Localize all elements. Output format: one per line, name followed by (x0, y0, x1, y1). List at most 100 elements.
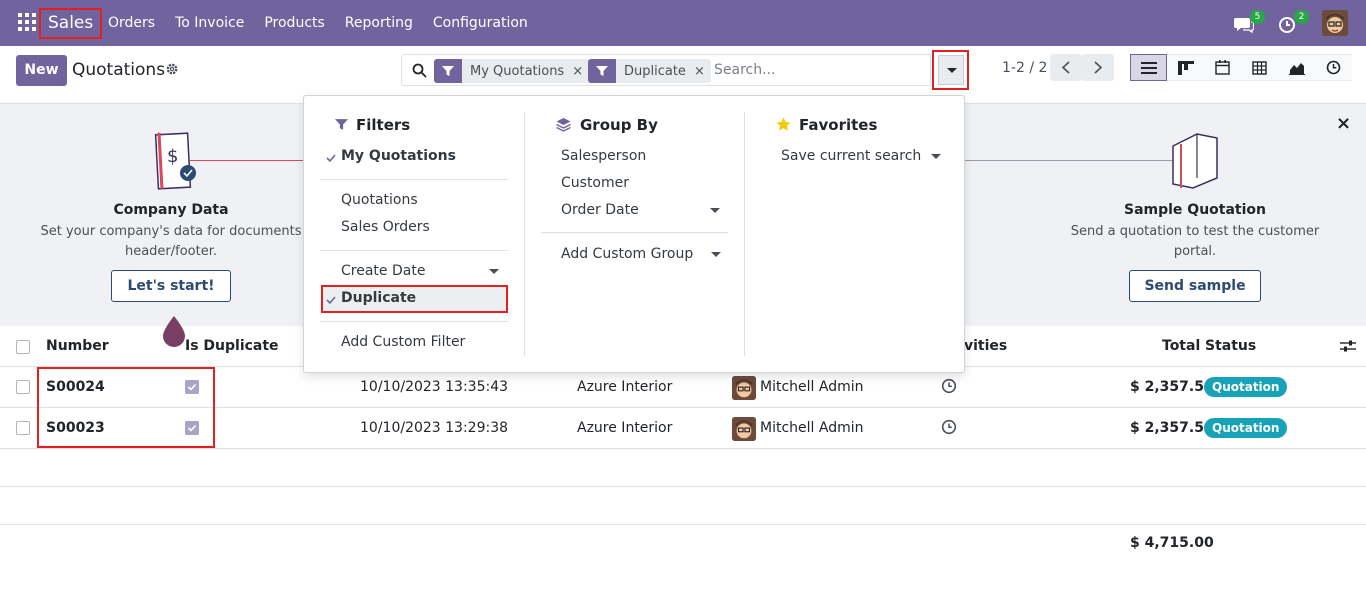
facet-my-quotations: My Quotations × (434, 59, 590, 83)
messaging-button[interactable]: 5 (1234, 10, 1265, 36)
column-divider (524, 112, 525, 356)
pager-next-button[interactable] (1082, 54, 1114, 81)
filter-create-date[interactable]: Create Date (341, 263, 425, 279)
kanban-view-button[interactable] (1167, 54, 1204, 81)
pager-value[interactable]: 1-2 / 2 (1002, 60, 1047, 76)
pager-previous-button[interactable] (1050, 54, 1082, 81)
area-chart-icon (1288, 62, 1305, 75)
add-custom-filter[interactable]: Add Custom Filter (341, 334, 465, 350)
group-salesperson[interactable]: Salesperson (561, 148, 646, 164)
step-description: Send a quotation to test the customer po… (1064, 222, 1326, 262)
search-options-toggle[interactable] (938, 55, 964, 85)
lets-start-button[interactable]: Let's start! (111, 270, 231, 302)
menu-orders[interactable]: Orders (98, 0, 165, 46)
add-custom-group[interactable]: Add Custom Group (561, 246, 693, 262)
save-current-search[interactable]: Save current search (781, 148, 921, 164)
activity-count-badge: 2 (1294, 10, 1309, 24)
kanban-icon (1177, 60, 1194, 75)
activity-view-button[interactable] (1315, 54, 1352, 81)
pivot-view-button[interactable] (1241, 54, 1278, 81)
status-badge: Quotation (1204, 418, 1288, 438)
select-all-checkbox[interactable] (16, 340, 30, 354)
cell-date: 10/10/2023 13:35:43 (360, 379, 509, 395)
search-input[interactable]: Search... (714, 62, 775, 78)
grand-total: $ 4,715.00 (1130, 535, 1214, 551)
activities-button[interactable]: 2 (1278, 10, 1309, 36)
send-sample-button[interactable]: Send sample (1129, 270, 1261, 302)
menu-configuration[interactable]: Configuration (423, 0, 538, 46)
favorites-heading: Favorites (799, 116, 878, 134)
activity-clock-icon[interactable] (941, 378, 957, 394)
row-checkbox[interactable] (16, 421, 30, 435)
separator (320, 321, 508, 322)
group-order-date[interactable]: Order Date (561, 202, 639, 218)
empty-row (0, 487, 1366, 525)
cell-salesperson: Mitchell Admin (760, 420, 864, 436)
menu-to-invoice[interactable]: To Invoice (165, 0, 254, 46)
caret-down-icon (710, 208, 720, 213)
activity-clock-icon[interactable] (941, 419, 957, 435)
facet-remove-button[interactable]: × (692, 64, 711, 79)
step-description-line: portal. (1173, 244, 1217, 259)
separator (320, 250, 508, 251)
avatar-face-icon (1322, 10, 1348, 36)
search-panel-dropdown: Filters My Quotations Quotations Sales O… (303, 95, 965, 373)
cell-total: $ 2,357.50 (1130, 379, 1214, 395)
invoice-document-icon: $ (154, 132, 196, 190)
filter-icon (588, 59, 616, 83)
cell-total: $ 2,357.50 (1130, 420, 1214, 436)
table-icon (1252, 60, 1267, 75)
progress-line (964, 160, 1174, 161)
new-button[interactable]: New (16, 55, 67, 86)
caret-down-icon (947, 68, 957, 73)
group-customer[interactable]: Customer (561, 175, 629, 191)
top-navbar: Sales Orders To Invoice Products Reporti… (0, 0, 1366, 46)
filters-heading: Filters (356, 116, 411, 134)
step-title: Sample Quotation (1123, 202, 1266, 218)
facet-label: Duplicate (624, 63, 686, 79)
menu-reporting[interactable]: Reporting (335, 0, 423, 46)
user-avatar[interactable] (1322, 10, 1348, 36)
filter-quotations[interactable]: Quotations (341, 192, 418, 208)
filter-my-quotations[interactable]: My Quotations (341, 148, 456, 164)
view-switcher (1130, 54, 1352, 81)
filter-duplicate[interactable]: Duplicate (341, 290, 416, 306)
gear-icon[interactable] (165, 62, 179, 76)
search-bar: My Quotations × Duplicate × Search... (401, 54, 931, 86)
column-number[interactable]: Number (46, 338, 109, 354)
check-icon (326, 154, 336, 163)
step-description-line: header/footer. (124, 244, 218, 259)
apps-menu-icon[interactable] (18, 13, 36, 31)
list-view-button[interactable] (1130, 54, 1167, 81)
row-checkbox[interactable] (16, 380, 30, 394)
optional-columns-icon[interactable] (1340, 339, 1356, 353)
cell-customer: Azure Interior (577, 379, 673, 395)
caret-down-icon (931, 154, 941, 159)
column-is-duplicate[interactable]: Is Duplicate (185, 338, 279, 354)
column-total[interactable]: Total (1162, 338, 1200, 354)
search-panel-highlight (932, 50, 969, 90)
calendar-view-button[interactable] (1204, 54, 1241, 81)
layers-icon (556, 118, 571, 132)
graph-view-button[interactable] (1278, 54, 1315, 81)
main-menu: Orders To Invoice Products Reporting Con… (98, 0, 538, 46)
step-title: Company Data (113, 202, 229, 218)
calendar-icon (1215, 60, 1230, 75)
svg-text:$: $ (167, 146, 178, 167)
salesperson-avatar (732, 417, 756, 441)
menu-products[interactable]: Products (254, 0, 334, 46)
column-status[interactable]: Status (1205, 338, 1256, 354)
step-description: Set your company's data for documents he… (40, 222, 302, 262)
filter-sales-orders[interactable]: Sales Orders (341, 219, 430, 235)
separator (541, 232, 728, 233)
search-icon (412, 63, 427, 78)
list-icon (1140, 61, 1157, 74)
caret-down-icon (711, 252, 721, 257)
app-brand[interactable]: Sales (39, 8, 103, 39)
banner-close-button[interactable]: × (1336, 113, 1351, 134)
check-icon (326, 296, 336, 305)
group-by-heading: Group By (580, 116, 658, 134)
column-activities[interactable]: vities (964, 338, 1007, 354)
facet-remove-button[interactable]: × (570, 64, 589, 79)
cell-salesperson: Mitchell Admin (760, 379, 864, 395)
